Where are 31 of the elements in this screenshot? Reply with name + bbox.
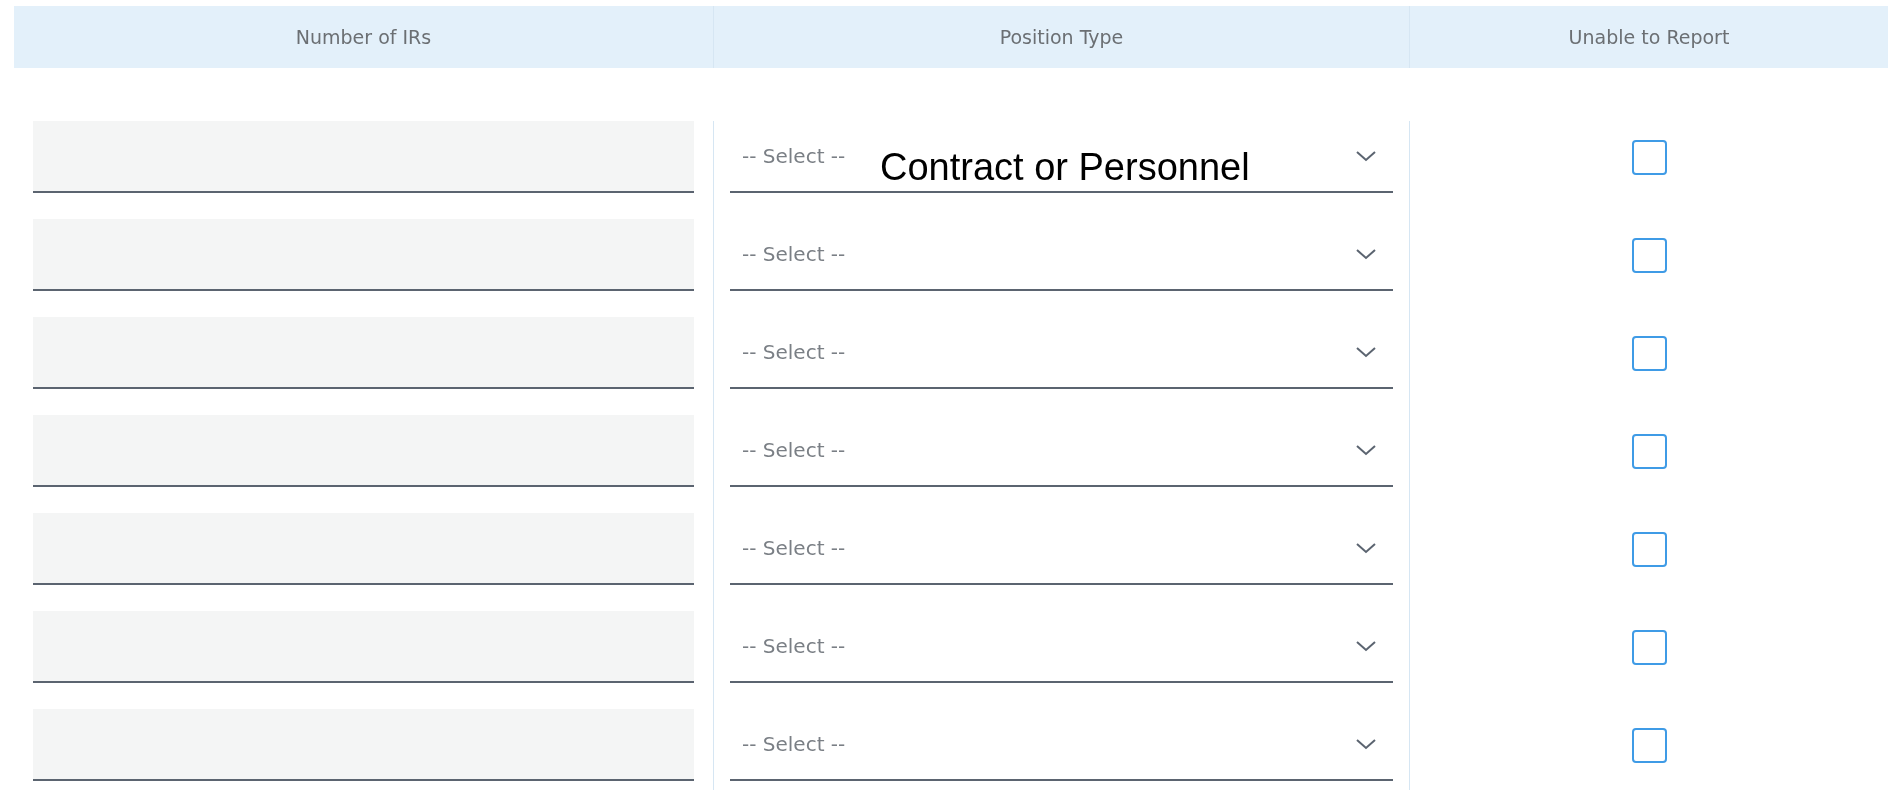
chevron-down-icon (1355, 738, 1377, 750)
number-input-field[interactable] (33, 611, 694, 683)
column-header: Unable to Report (1568, 24, 1730, 50)
unable-to-report-checkbox[interactable] (1631, 238, 1667, 273)
unable-to-report-checkbox[interactable] (1631, 434, 1667, 469)
chevron-down-icon (1355, 346, 1377, 358)
annotation-text: Contract or Personnel (880, 145, 1250, 190)
chevron-down-icon (1355, 542, 1377, 554)
chevron-down-icon (1355, 150, 1377, 162)
number-input-field[interactable] (33, 121, 694, 193)
number-input-field[interactable] (33, 219, 694, 291)
unable-to-report-checkbox[interactable] (1631, 728, 1667, 763)
number-input-field[interactable] (33, 709, 694, 781)
number-input-field[interactable] (33, 415, 694, 487)
chevron-down-icon (1355, 640, 1377, 652)
unable-to-report-checkbox[interactable] (1631, 140, 1667, 175)
position-type-select[interactable]: -- Select -- (730, 611, 1393, 683)
unable-to-report-checkbox[interactable] (1631, 336, 1667, 371)
position-type-select[interactable]: -- Select -- (730, 415, 1393, 487)
column-header: Position Type (999, 24, 1124, 50)
position-type-select[interactable]: -- Select -- (730, 513, 1393, 585)
unable-to-report-checkbox[interactable] (1631, 532, 1667, 567)
position-type-select[interactable]: -- Select -- (730, 317, 1393, 389)
number-input-field[interactable] (33, 513, 694, 585)
position-type-select[interactable]: -- Select -- (730, 219, 1393, 291)
column-header: Number of IRs (295, 24, 432, 50)
unable-to-report-checkbox[interactable] (1631, 630, 1667, 665)
chevron-down-icon (1355, 248, 1377, 260)
position-type-select[interactable]: -- Select -- (730, 709, 1393, 781)
chevron-down-icon (1355, 444, 1377, 456)
number-input-field[interactable] (33, 317, 694, 389)
